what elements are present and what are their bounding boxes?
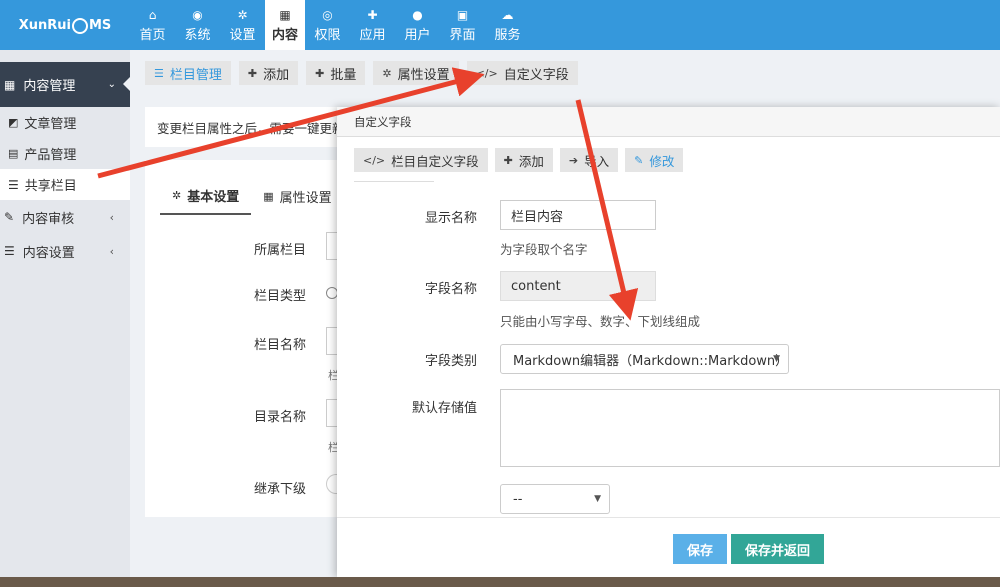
label-category-type: 栏目类型 <box>254 289 307 304</box>
bars-icon: ☰ <box>4 244 15 258</box>
sidebar-item-shared-categories[interactable]: ☰ 共享栏目 <box>0 169 130 200</box>
nav-home[interactable]: ⌂ 首页 <box>130 0 175 50</box>
logo-ring-icon <box>71 18 88 34</box>
home-icon: ⌂ <box>148 7 157 22</box>
dialog-edit-button[interactable]: ✎ 修改 <box>625 148 684 172</box>
gear-icon: ✲ <box>382 66 392 80</box>
nav-settings[interactable]: ✲ 设置 <box>220 0 265 50</box>
globe-icon: ◉ <box>192 7 203 22</box>
bars-icon: ☰ <box>8 177 19 192</box>
nav-interface[interactable]: ▣ 界面 <box>440 0 485 50</box>
top-navbar: XunRui MS ⌂ 首页 ◉ 系统 ✲ 设置 ▦ 内容 ◎ 权限 ✚ 应用 ● 用户 ▣ 界面… <box>0 0 1000 50</box>
chevron-left-icon: ‹ <box>109 244 114 258</box>
logo-text-left: XunRui <box>18 17 71 33</box>
table-icon: ▦ <box>263 189 274 203</box>
extra-select[interactable]: -- ▼ <box>500 484 610 514</box>
field-name-label: 字段名称 <box>424 282 477 297</box>
custom-field-dialog: 自定义字段 </> 栏目自定义字段 ✚ 添加 ➔ 导入 ✎ 修改 显示名称 栏目内容 为… <box>337 107 1000 577</box>
desktop-dock-strip <box>0 577 1000 587</box>
field-type-select[interactable]: Markdown编辑器（Markdown::Markdown） ▼ <box>500 344 789 374</box>
sign-in-icon: ➔ <box>568 153 579 167</box>
edit-icon: ✎ <box>4 210 15 224</box>
bars-icon: ☰ <box>154 66 164 80</box>
nav-users[interactable]: ● 用户 <box>395 0 440 50</box>
save-button[interactable]: 保存 <box>673 534 727 564</box>
batch-button[interactable]: ✚ 批量 <box>306 61 366 85</box>
tab-underline <box>354 181 434 182</box>
sidebar-group-settings[interactable]: ☰ 内容设置 ‹ <box>0 234 130 268</box>
user-icon: ● <box>412 7 423 22</box>
custom-fields-button[interactable]: </> 自定义字段 <box>466 61 578 85</box>
nav-content[interactable]: ▦ 内容 <box>265 0 305 50</box>
plus-icon: ✚ <box>247 66 258 80</box>
sidebar-group-review[interactable]: ✎ 内容审核 ‹ <box>0 200 130 234</box>
field-name-input[interactable]: content <box>500 271 656 301</box>
main-nav: ⌂ 首页 ◉ 系统 ✲ 设置 ▦ 内容 ◎ 权限 ✚ 应用 ● 用户 ▣ 界面 ☁ 服务 <box>130 0 530 50</box>
attr-settings-button[interactable]: ✲ 属性设置 <box>373 61 459 85</box>
category-manage-button[interactable]: ☰ 栏目管理 <box>145 61 231 85</box>
puzzle-icon: ✚ <box>367 7 378 22</box>
tab-attr-settings[interactable]: ▦ 属性设置 <box>251 177 343 215</box>
logo-text-right: MS <box>88 17 112 33</box>
chevron-down-icon: ⌄ <box>107 79 116 90</box>
grid-icon: ▦ <box>4 77 16 92</box>
default-value-textarea[interactable] <box>500 389 1000 467</box>
category-custom-fields-button[interactable]: </> 栏目自定义字段 <box>354 148 488 172</box>
gear-icon: ✲ <box>172 188 182 202</box>
nav-system[interactable]: ◉ 系统 <box>175 0 220 50</box>
dialog-footer: 保存 保存并返回 <box>337 517 1000 577</box>
cloud-icon: ☁ <box>501 7 514 22</box>
nav-services[interactable]: ☁ 服务 <box>485 0 530 50</box>
grid-icon: ▦ <box>279 7 291 22</box>
edit-square-icon: ◩ <box>8 116 19 129</box>
label-category-name: 栏目名称 <box>254 338 307 353</box>
settings-tabs: ✲ 基本设置 ▦ 属性设置 <box>160 177 344 215</box>
label-dir-name: 目录名称 <box>254 410 307 425</box>
code-icon: </> <box>475 66 498 80</box>
sidebar-item-articles[interactable]: ◩ 文章管理 <box>0 107 130 138</box>
nav-permissions[interactable]: ◎ 权限 <box>305 0 350 50</box>
page-toolbar: ☰ 栏目管理 ✚ 添加 ✚ 批量 ✲ 属性设置 </> 自定义字段 <box>145 61 578 85</box>
display-name-label: 显示名称 <box>424 211 477 226</box>
chevron-down-icon: ▼ <box>773 354 780 364</box>
gears-icon: ✲ <box>237 7 248 22</box>
sidebar-header-content-manage[interactable]: ▦ 内容管理 ⌄ <box>0 62 131 107</box>
plus-icon: ✚ <box>315 66 325 80</box>
display-name-input[interactable]: 栏目内容 <box>500 200 656 230</box>
update-note: 变更栏目属性之后，需要一键更新栏 <box>145 107 355 147</box>
label-parent-category: 所属栏目 <box>254 243 307 258</box>
sidebar-header-label: 内容管理 <box>23 79 76 94</box>
logo[interactable]: XunRui MS <box>0 0 130 50</box>
html5-icon: ▣ <box>456 7 469 22</box>
field-name-help: 只能由小写字母、数字、下划线组成 <box>500 314 701 329</box>
default-value-label: 默认存储值 <box>411 401 477 416</box>
dialog-add-button[interactable]: ✚ 添加 <box>494 148 553 172</box>
nav-apps[interactable]: ✚ 应用 <box>350 0 395 50</box>
label-inherit: 继承下级 <box>254 482 307 497</box>
briefcase-icon: ▤ <box>8 147 19 160</box>
field-type-label: 字段类别 <box>424 354 477 369</box>
tab-basic-settings[interactable]: ✲ 基本设置 <box>160 177 252 215</box>
dialog-import-button[interactable]: ➔ 导入 <box>559 148 619 172</box>
save-and-return-button[interactable]: 保存并返回 <box>731 534 824 564</box>
plus-icon: ✚ <box>503 153 513 167</box>
sidebar-item-products[interactable]: ▤ 产品管理 <box>0 138 130 169</box>
code-icon: </> <box>363 153 386 167</box>
chevron-left-icon: ‹ <box>109 210 114 224</box>
dialog-toolbar: </> 栏目自定义字段 ✚ 添加 ➔ 导入 ✎ 修改 <box>354 148 684 172</box>
chevron-down-icon: ▼ <box>594 494 601 504</box>
display-name-help: 为字段取个名字 <box>500 242 588 257</box>
dialog-title: 自定义字段 <box>337 107 1000 137</box>
user-circle-icon: ◎ <box>322 7 333 22</box>
edit-icon: ✎ <box>634 153 644 167</box>
add-button[interactable]: ✚ 添加 <box>238 61 299 85</box>
sidebar: ▦ 内容管理 ⌄ ◩ 文章管理 ▤ 产品管理 ☰ 共享栏目 ✎ 内容审核 ‹ ☰… <box>0 50 131 587</box>
